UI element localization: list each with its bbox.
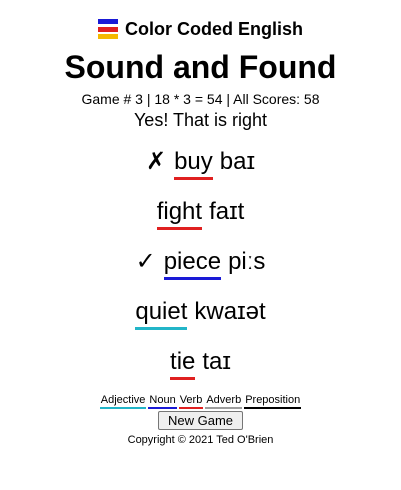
flag-stripe-yellow xyxy=(98,34,118,39)
word-choice[interactable]: quiet xyxy=(135,297,188,330)
word-list: ✗ buy baɪ fight faɪt ✓ piece piːs quiet … xyxy=(0,142,401,392)
word-choice[interactable]: fight xyxy=(156,197,203,230)
check-mark-icon: ✓ xyxy=(135,248,156,275)
part-of-speech-legend: Adjective Noun Verb Adverb Preposition xyxy=(0,394,401,409)
score-line: Game # 3 | 18 * 3 = 54 | All Scores: 58 xyxy=(81,91,320,107)
word-pronunciation: kwaɪət xyxy=(194,298,266,325)
word-pronunciation: baɪ xyxy=(219,148,256,175)
word-row: tie taɪ xyxy=(0,342,401,392)
brand-title: Color Coded English xyxy=(125,19,303,39)
legend-adverb: Adverb xyxy=(205,394,243,409)
word-pronunciation: faɪt xyxy=(209,198,245,225)
legend-noun: Noun xyxy=(148,394,177,409)
legend-verb: Verb xyxy=(178,394,204,409)
word-pronunciation: piːs xyxy=(228,248,266,275)
flag-stripe-blue xyxy=(98,19,118,24)
word-row: ✗ buy baɪ xyxy=(0,142,401,192)
word-row: ✓ piece piːs xyxy=(0,242,401,292)
word-choice[interactable]: buy xyxy=(174,147,213,180)
word-row: quiet kwaɪət xyxy=(0,292,401,342)
flag-stripe-red xyxy=(98,26,118,32)
word-row: fight faɪt xyxy=(0,192,401,242)
game-title: Sound and Found xyxy=(64,49,337,85)
brand-header: Color Coded English xyxy=(0,17,401,41)
legend-preposition: Preposition xyxy=(244,394,302,409)
word-choice[interactable]: piece xyxy=(163,247,222,280)
legend-adjective: Adjective xyxy=(99,394,147,409)
new-game-button[interactable]: New Game xyxy=(157,411,244,430)
word-choice[interactable]: tie xyxy=(170,347,196,380)
page: Color Coded English Sound and Found Game… xyxy=(0,17,401,447)
word-pronunciation: taɪ xyxy=(202,348,231,375)
flag-icon xyxy=(98,19,118,39)
feedback-message: Yes! That is right xyxy=(133,110,268,130)
copyright: Copyright © 2021 Ted O'Brien xyxy=(127,434,274,446)
cross-mark-icon: ✗ xyxy=(145,148,167,175)
